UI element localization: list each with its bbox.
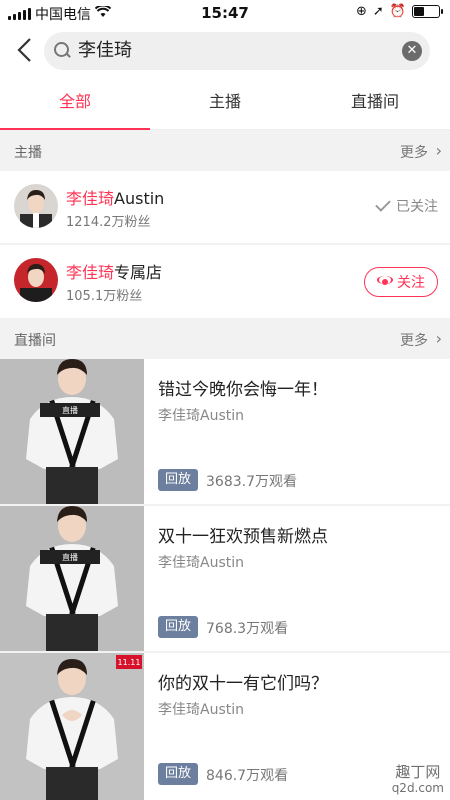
more-link[interactable]: 更多 (400, 142, 428, 162)
live-title: 双十一狂欢预售新燃点 (158, 527, 328, 547)
tab-live-rooms[interactable]: 直播间 (300, 76, 450, 129)
anchor-name-highlight: 李佳琦 (66, 189, 115, 208)
follow-button[interactable]: 关注 (364, 267, 438, 297)
battery-icon (412, 5, 443, 18)
alarm-icon: ⏰ (389, 4, 406, 19)
anchor-name: 李佳琦Austin (66, 185, 164, 209)
view-count: 3683.7万观看 (206, 474, 297, 490)
live-thumbnail: 11.11 (0, 653, 144, 800)
anchor-row[interactable]: 李佳琦Austin 1214.2万粉丝 已关注 (0, 171, 450, 243)
svg-text:直播: 直播 (62, 405, 78, 415)
section-title: 直播间 (14, 333, 56, 349)
tab-anchors[interactable]: 主播 (150, 76, 300, 129)
search-icon (54, 42, 70, 58)
section-title: 主播 (14, 145, 42, 161)
chevron-right-icon: › (435, 141, 442, 160)
view-count: 846.7万观看 (206, 768, 289, 784)
tab-all[interactable]: 全部 (0, 76, 150, 130)
back-chevron-icon[interactable] (10, 32, 40, 68)
live-author: 李佳琦Austin (158, 555, 244, 571)
search-input[interactable] (78, 32, 398, 70)
check-icon (375, 196, 391, 212)
avatar (14, 184, 58, 228)
chevron-right-icon: › (435, 329, 442, 348)
result-tabs: 全部 主播 直播间 (0, 76, 450, 130)
live-section-header: 直播间 更多 › (0, 319, 450, 359)
watermark-line1: 趣丁网 (395, 763, 441, 781)
svg-text:直播: 直播 (62, 552, 78, 562)
location-icon: ➚ (372, 4, 384, 19)
anchor-fans: 105.1万粉丝 (66, 289, 143, 304)
live-author: 李佳琦Austin (158, 408, 244, 424)
live-thumbnail: 直播 (0, 359, 144, 504)
replay-badge: 回放 (158, 763, 198, 785)
anchor-name-suffix: 专属店 (114, 263, 163, 282)
live-title: 错过今晚你会悔一年！ (158, 380, 328, 400)
orientation-lock-icon: ⊕ (356, 4, 367, 19)
replay-badge: 回放 (158, 616, 198, 638)
anchors-section-header: 主播 更多 › (0, 131, 450, 171)
live-title: 你的双十一有它们吗？ (158, 674, 328, 694)
view-count: 768.3万观看 (206, 621, 289, 637)
anchor-name-suffix: Austin (114, 189, 165, 208)
live-room-item[interactable]: 直播 错过今晚你会悔一年！ 李佳琦Austin 回放 3683.7万观看 (0, 359, 450, 504)
avatar (14, 258, 58, 302)
live-author: 李佳琦Austin (158, 702, 244, 718)
live-thumbnail: 直播 (0, 506, 144, 651)
anchor-name: 李佳琦专属店 (66, 259, 162, 283)
svg-text:11.11: 11.11 (118, 658, 141, 667)
live-room-item[interactable]: 11.11 你的双十一有它们吗？ 李佳琦Austin 回放 846.7万观看 (0, 653, 450, 800)
status-bar: 中国电信 15:47 ⊕ ➚ ⏰ (0, 0, 450, 26)
search-header: ✕ (0, 26, 450, 76)
live-room-item[interactable]: 直播 双十一狂欢预售新燃点 李佳琦Austin 回放 768.3万观看 (0, 506, 450, 651)
follow-label: 关注 (397, 275, 425, 291)
search-box[interactable]: ✕ (44, 32, 430, 70)
anchor-fans: 1214.2万粉丝 (66, 215, 151, 230)
live-broadcast-icon (377, 276, 393, 288)
clear-icon[interactable]: ✕ (402, 41, 422, 61)
followed-label: 已关注 (396, 199, 438, 215)
followed-status[interactable]: 已关注 (375, 196, 438, 216)
watermark-line2: q2d.com (391, 781, 444, 795)
watermark: 趣丁网 q2d.com (392, 764, 444, 796)
search-results-screen: 中国电信 15:47 ⊕ ➚ ⏰ ✕ 全部 主播 直播间 主播 更多 (0, 0, 450, 800)
replay-badge: 回放 (158, 469, 198, 491)
status-right: ⊕ ➚ ⏰ (356, 4, 443, 19)
anchor-row[interactable]: 李佳琦专属店 105.1万粉丝 关注 (0, 245, 450, 318)
anchor-name-highlight: 李佳琦 (66, 263, 115, 282)
more-link[interactable]: 更多 (400, 330, 428, 350)
